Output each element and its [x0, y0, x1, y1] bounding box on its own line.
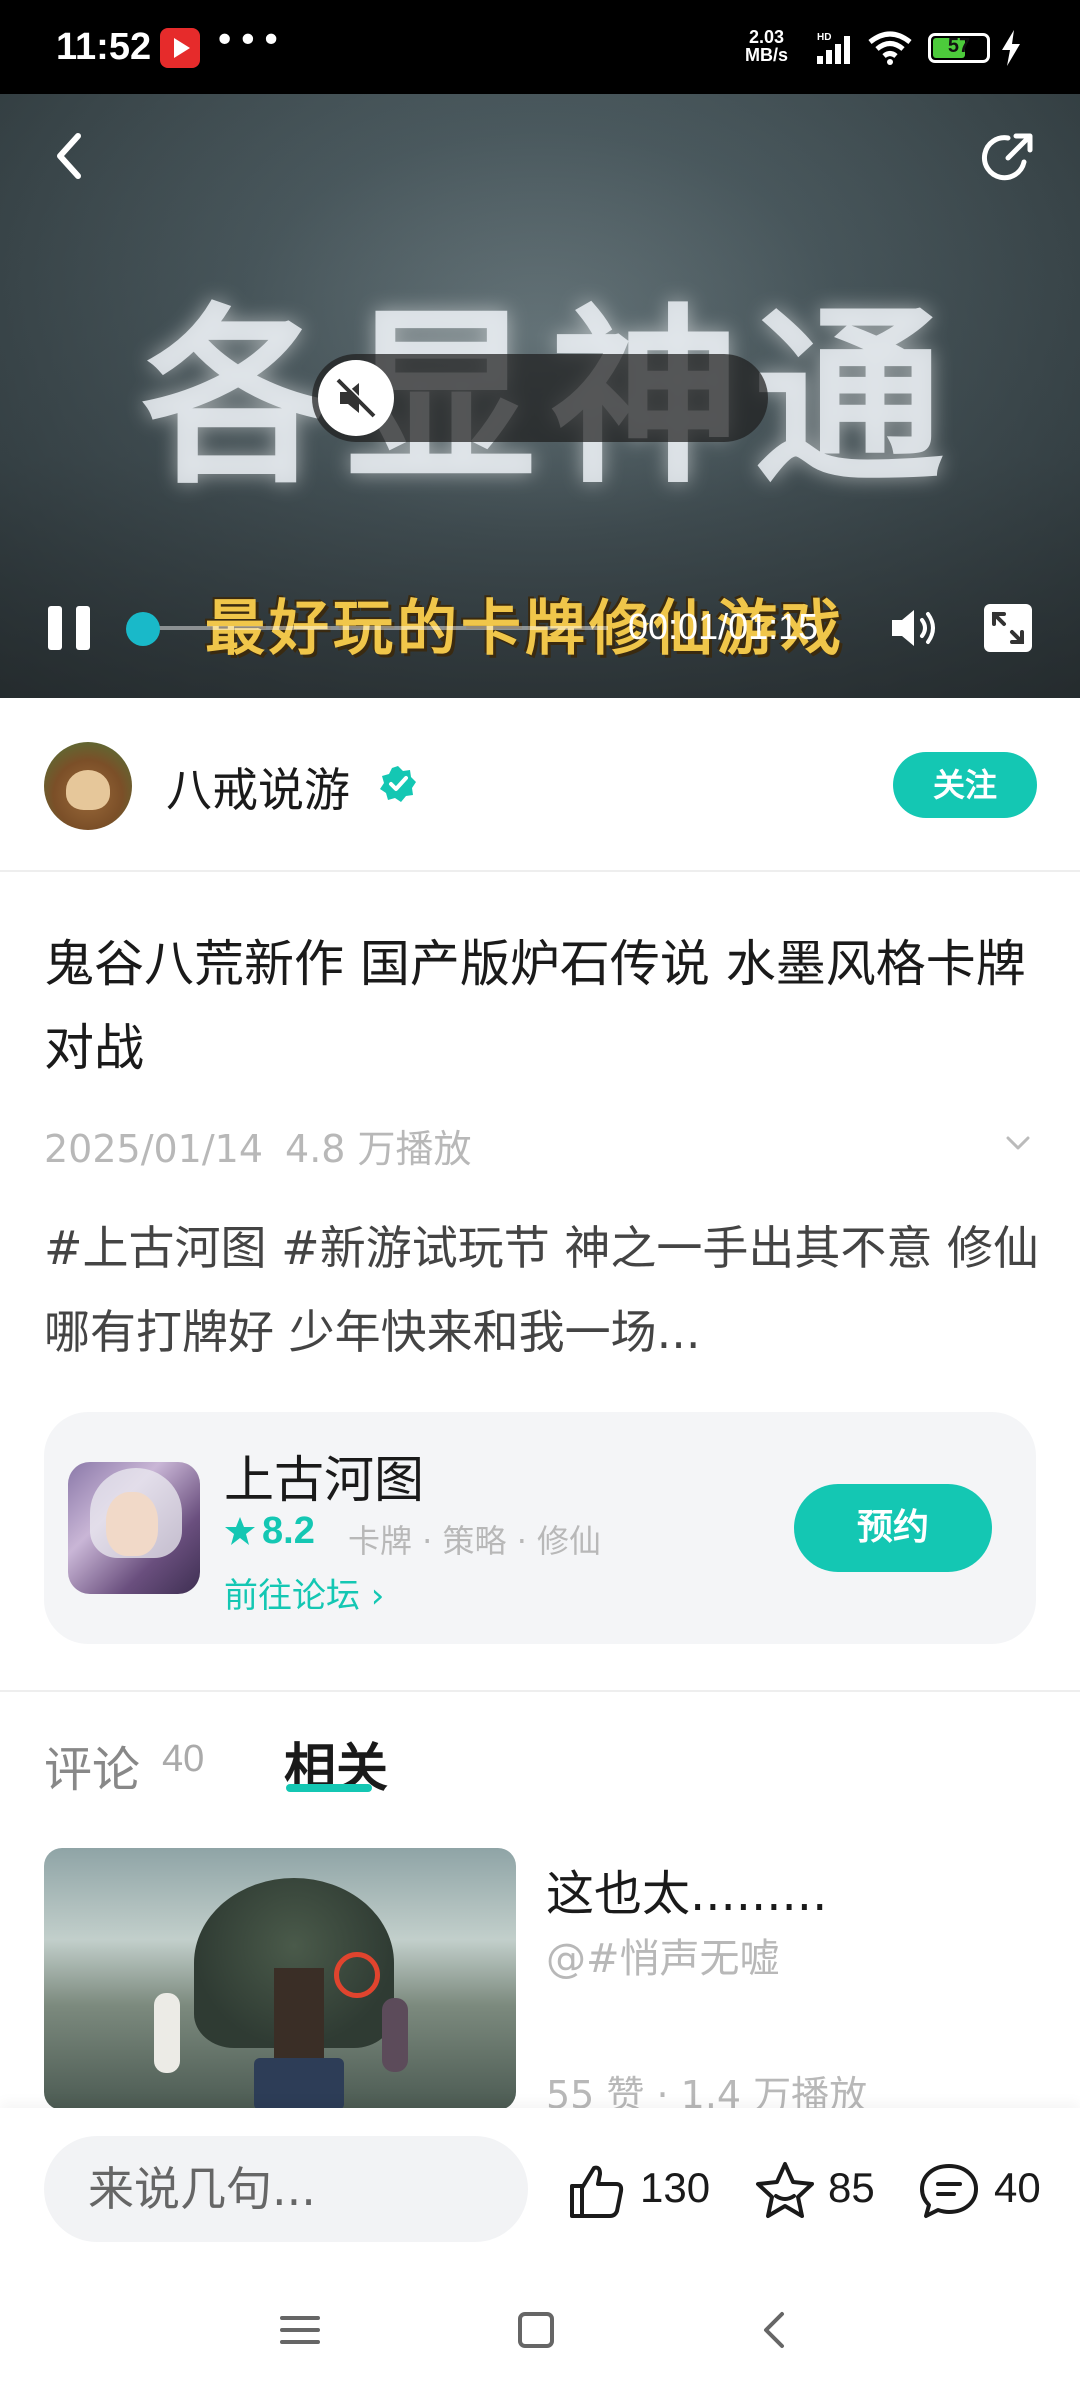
- nav-menu-icon[interactable]: [280, 2310, 320, 2350]
- signal-icon: HD: [817, 32, 850, 64]
- reserve-button[interactable]: 预约: [794, 1484, 992, 1572]
- section-divider: [0, 1690, 1080, 1692]
- avatar[interactable]: [44, 742, 132, 830]
- favorite-icon[interactable]: [754, 2160, 816, 2222]
- chevron-down-icon[interactable]: [1002, 1130, 1034, 1158]
- app-notification-icon: [160, 28, 200, 68]
- wifi-icon: [868, 31, 912, 65]
- progress-knob[interactable]: [125, 612, 160, 646]
- tab-active-indicator: [286, 1784, 372, 1792]
- author-row: 八戒说游 关注: [0, 698, 1080, 872]
- mute-button[interactable]: [318, 360, 394, 436]
- fullscreen-icon[interactable]: [980, 600, 1036, 656]
- nav-home-icon[interactable]: [516, 2310, 556, 2350]
- network-speed-value: 2.03: [748, 27, 785, 47]
- game-name: 上古河图: [224, 1451, 424, 1509]
- post-description: #上古河图 #新游试玩节 神之一手出其不意 修仙哪有打牌好 少年快来和我一场..…: [44, 1221, 1039, 1359]
- charging-icon: [1002, 30, 1020, 66]
- game-icon: [68, 1462, 200, 1594]
- like-count: 130: [640, 2164, 711, 2211]
- video-time: 00:01/01:15: [628, 606, 819, 647]
- comment-count: 40: [994, 2164, 1041, 2211]
- star-icon: [225, 1517, 255, 1545]
- network-badge: HD: [817, 32, 831, 43]
- post-views: 4.8 万播放: [285, 1127, 472, 1171]
- tab-comments-count[interactable]: 40: [162, 1738, 204, 1781]
- network-speed: 2.03 MB/s: [745, 28, 788, 64]
- progress-track[interactable]: [138, 626, 608, 630]
- bottom-action-bar: 来说几句... 130 85 40: [0, 2108, 1080, 2272]
- mute-icon: [336, 377, 377, 418]
- favorite-count: 85: [828, 2164, 875, 2211]
- more-notifications-icon: •••: [214, 20, 284, 61]
- forum-link[interactable]: 前往论坛 ›: [224, 1568, 384, 1617]
- game-rating-value: 8.2: [262, 1510, 315, 1552]
- related-video-author: @#悄声无嘘: [546, 1936, 780, 1982]
- system-nav-bar: [0, 2272, 1080, 2400]
- game-card[interactable]: 上古河图 8.2 卡牌 · 策略 · 修仙 前往论坛 › 预约: [44, 1412, 1036, 1644]
- post-date: 2025/01/14: [44, 1127, 264, 1171]
- like-icon[interactable]: [566, 2162, 626, 2220]
- nav-back-icon[interactable]: [756, 2310, 796, 2350]
- pause-icon[interactable]: [44, 600, 96, 656]
- game-rating: 8.2: [224, 1510, 315, 1553]
- status-bar: 11:52 ••• 2.03 MB/s HD 57: [0, 0, 1080, 94]
- back-icon[interactable]: [44, 128, 100, 184]
- author-name[interactable]: 八戒说游: [166, 754, 350, 820]
- battery-icon: 57: [928, 33, 990, 63]
- volume-icon[interactable]: [886, 600, 942, 656]
- network-speed-unit: MB/s: [745, 45, 789, 65]
- related-video-title[interactable]: 这也太.........: [546, 1854, 827, 1924]
- battery-level: 57: [947, 35, 971, 57]
- game-tags: 卡牌 · 策略 · 修仙: [348, 1522, 602, 1560]
- mute-toggle-pill[interactable]: [312, 354, 768, 442]
- follow-button[interactable]: 关注: [893, 752, 1037, 818]
- post-title: 鬼谷八荒新作 国产版炉石传说 水墨风格卡牌对战: [44, 935, 1026, 1077]
- verified-icon: [380, 766, 416, 802]
- comment-icon[interactable]: [918, 2162, 980, 2220]
- share-icon[interactable]: [978, 128, 1038, 188]
- post-meta: 2025/01/14 4.8 万播放: [44, 1118, 472, 1173]
- comment-input[interactable]: 来说几句...: [44, 2136, 528, 2242]
- related-video-thumbnail[interactable]: [44, 1848, 516, 2110]
- status-time: 11:52: [56, 26, 152, 68]
- tab-comments[interactable]: 评论: [44, 1730, 140, 1800]
